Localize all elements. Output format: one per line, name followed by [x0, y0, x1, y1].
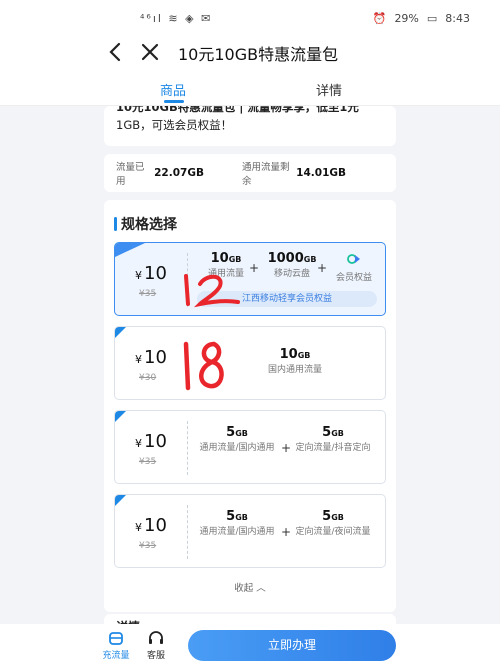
benefit-item: 会员权益 — [329, 251, 379, 284]
back-arrow-icon[interactable] — [102, 38, 130, 66]
benefit-item: 10GB 国内通用流量 — [267, 347, 322, 375]
option-original-price: ¥30 — [139, 373, 157, 383]
product-intro: 10元10GB特惠流量包 | 流量畅享享，低至1元 1GB，可选会员权益！ — [104, 106, 396, 146]
title-accent-bar — [114, 217, 117, 231]
headset-icon — [149, 631, 163, 644]
customer-service-tab[interactable]: 客服 — [136, 629, 176, 661]
plus-sign: + — [317, 261, 328, 275]
recharge-icon — [109, 632, 123, 645]
tab-details[interactable]: 详情 — [316, 80, 342, 99]
plus-sign: + — [281, 525, 292, 539]
option-corner-badge — [115, 411, 126, 422]
remain-label: 通用流量剩余 — [241, 162, 290, 187]
used-value: 22.07GB — [154, 167, 204, 179]
used-label: 流量已用 — [116, 162, 145, 187]
apply-now-button[interactable]: 立即办理 — [188, 630, 396, 661]
option-original-price: ¥35 — [139, 457, 157, 467]
option-price: ¥10 — [135, 515, 167, 536]
status-bar: ⁴⁶ıl ≋ ◈ ✉ ⏰ 29% ▭ 8:43 — [0, 0, 500, 36]
page-title: 10元10GB特惠流量包 — [178, 45, 339, 64]
alarm-icon: ⏰ — [372, 11, 387, 25]
spec-title-text: 规格选择 — [121, 217, 177, 233]
section-title: 规格选择 — [114, 214, 177, 234]
benefit-item: 10GB 通用流量 — [207, 251, 244, 279]
option-corner-badge — [115, 243, 145, 257]
clock: 8:43 — [445, 11, 470, 25]
benefit-item: 5GB 定向流量/抖音定向 — [295, 425, 371, 453]
option-original-price: ¥35 — [139, 541, 157, 551]
bottom-action-bar: 充流量 客服 立即办理 — [0, 624, 500, 667]
spec-option-2[interactable]: ¥10 ¥30 10GB 国内通用流量 — [114, 326, 386, 400]
close-icon[interactable] — [136, 38, 164, 66]
spec-selection: 规格选择 ¥10 ¥35 10GB 通用流量 + 1000GB 移动云盘 + 会… — [104, 200, 396, 612]
spec-option-3[interactable]: ¥10 ¥35 5GB 通用流量/国内通用 + 5GB 定向流量/抖音定向 — [114, 410, 386, 484]
divider — [187, 421, 188, 475]
option-original-price: ¥35 — [139, 289, 157, 299]
active-tab-indicator — [164, 100, 184, 103]
plus-sign: + — [281, 441, 292, 455]
plus-sign: + — [249, 261, 260, 275]
option-price: ¥10 — [135, 263, 167, 284]
option-price: ¥10 — [135, 431, 167, 452]
option-price: ¥10 — [135, 347, 167, 368]
collapse-button[interactable]: 收起 ︿ — [104, 580, 396, 594]
tab-bar: 商品 详情 — [0, 68, 500, 106]
data-usage-summary: 流量已用 22.07GB 通用流量剩余 14.01GB — [104, 154, 396, 192]
signal-icons: ⁴⁶ıl ≋ ◈ ✉ — [140, 11, 213, 25]
divider — [187, 505, 188, 559]
spec-option-1[interactable]: ¥10 ¥35 10GB 通用流量 + 1000GB 移动云盘 + 会员权益 江… — [114, 242, 386, 316]
recharge-tab[interactable]: 充流量 — [96, 629, 136, 661]
option-corner-badge — [115, 327, 126, 338]
benefit-item: 5GB 通用流量/国内通用 — [199, 425, 275, 453]
battery-percent: 29% — [394, 11, 419, 25]
membership-app-icon — [347, 254, 360, 264]
battery-icon: ▭ — [426, 11, 438, 25]
spec-option-4[interactable]: ¥10 ¥35 5GB 通用流量/国内通用 + 5GB 定向流量/夜间流量 — [114, 494, 386, 568]
intro-line-2: 1GB，可选会员权益！ — [116, 118, 233, 132]
remain-value: 14.01GB — [296, 167, 346, 179]
benefit-item: 1000GB 移动云盘 — [267, 251, 317, 279]
benefit-item: 5GB 通用流量/国内通用 — [199, 509, 275, 537]
benefit-item: 5GB 定向流量/夜间流量 — [295, 509, 371, 537]
divider — [187, 253, 188, 307]
intro-line-1: 10元10GB特惠流量包 | 流量畅享享，低至1元 — [116, 106, 359, 114]
member-benefit-tag: 江西移动轻享会员权益 — [197, 291, 377, 307]
top-navigation: 10元10GB特惠流量包 — [0, 36, 500, 68]
option-corner-badge — [115, 495, 126, 506]
tab-product[interactable]: 商品 — [160, 80, 186, 99]
